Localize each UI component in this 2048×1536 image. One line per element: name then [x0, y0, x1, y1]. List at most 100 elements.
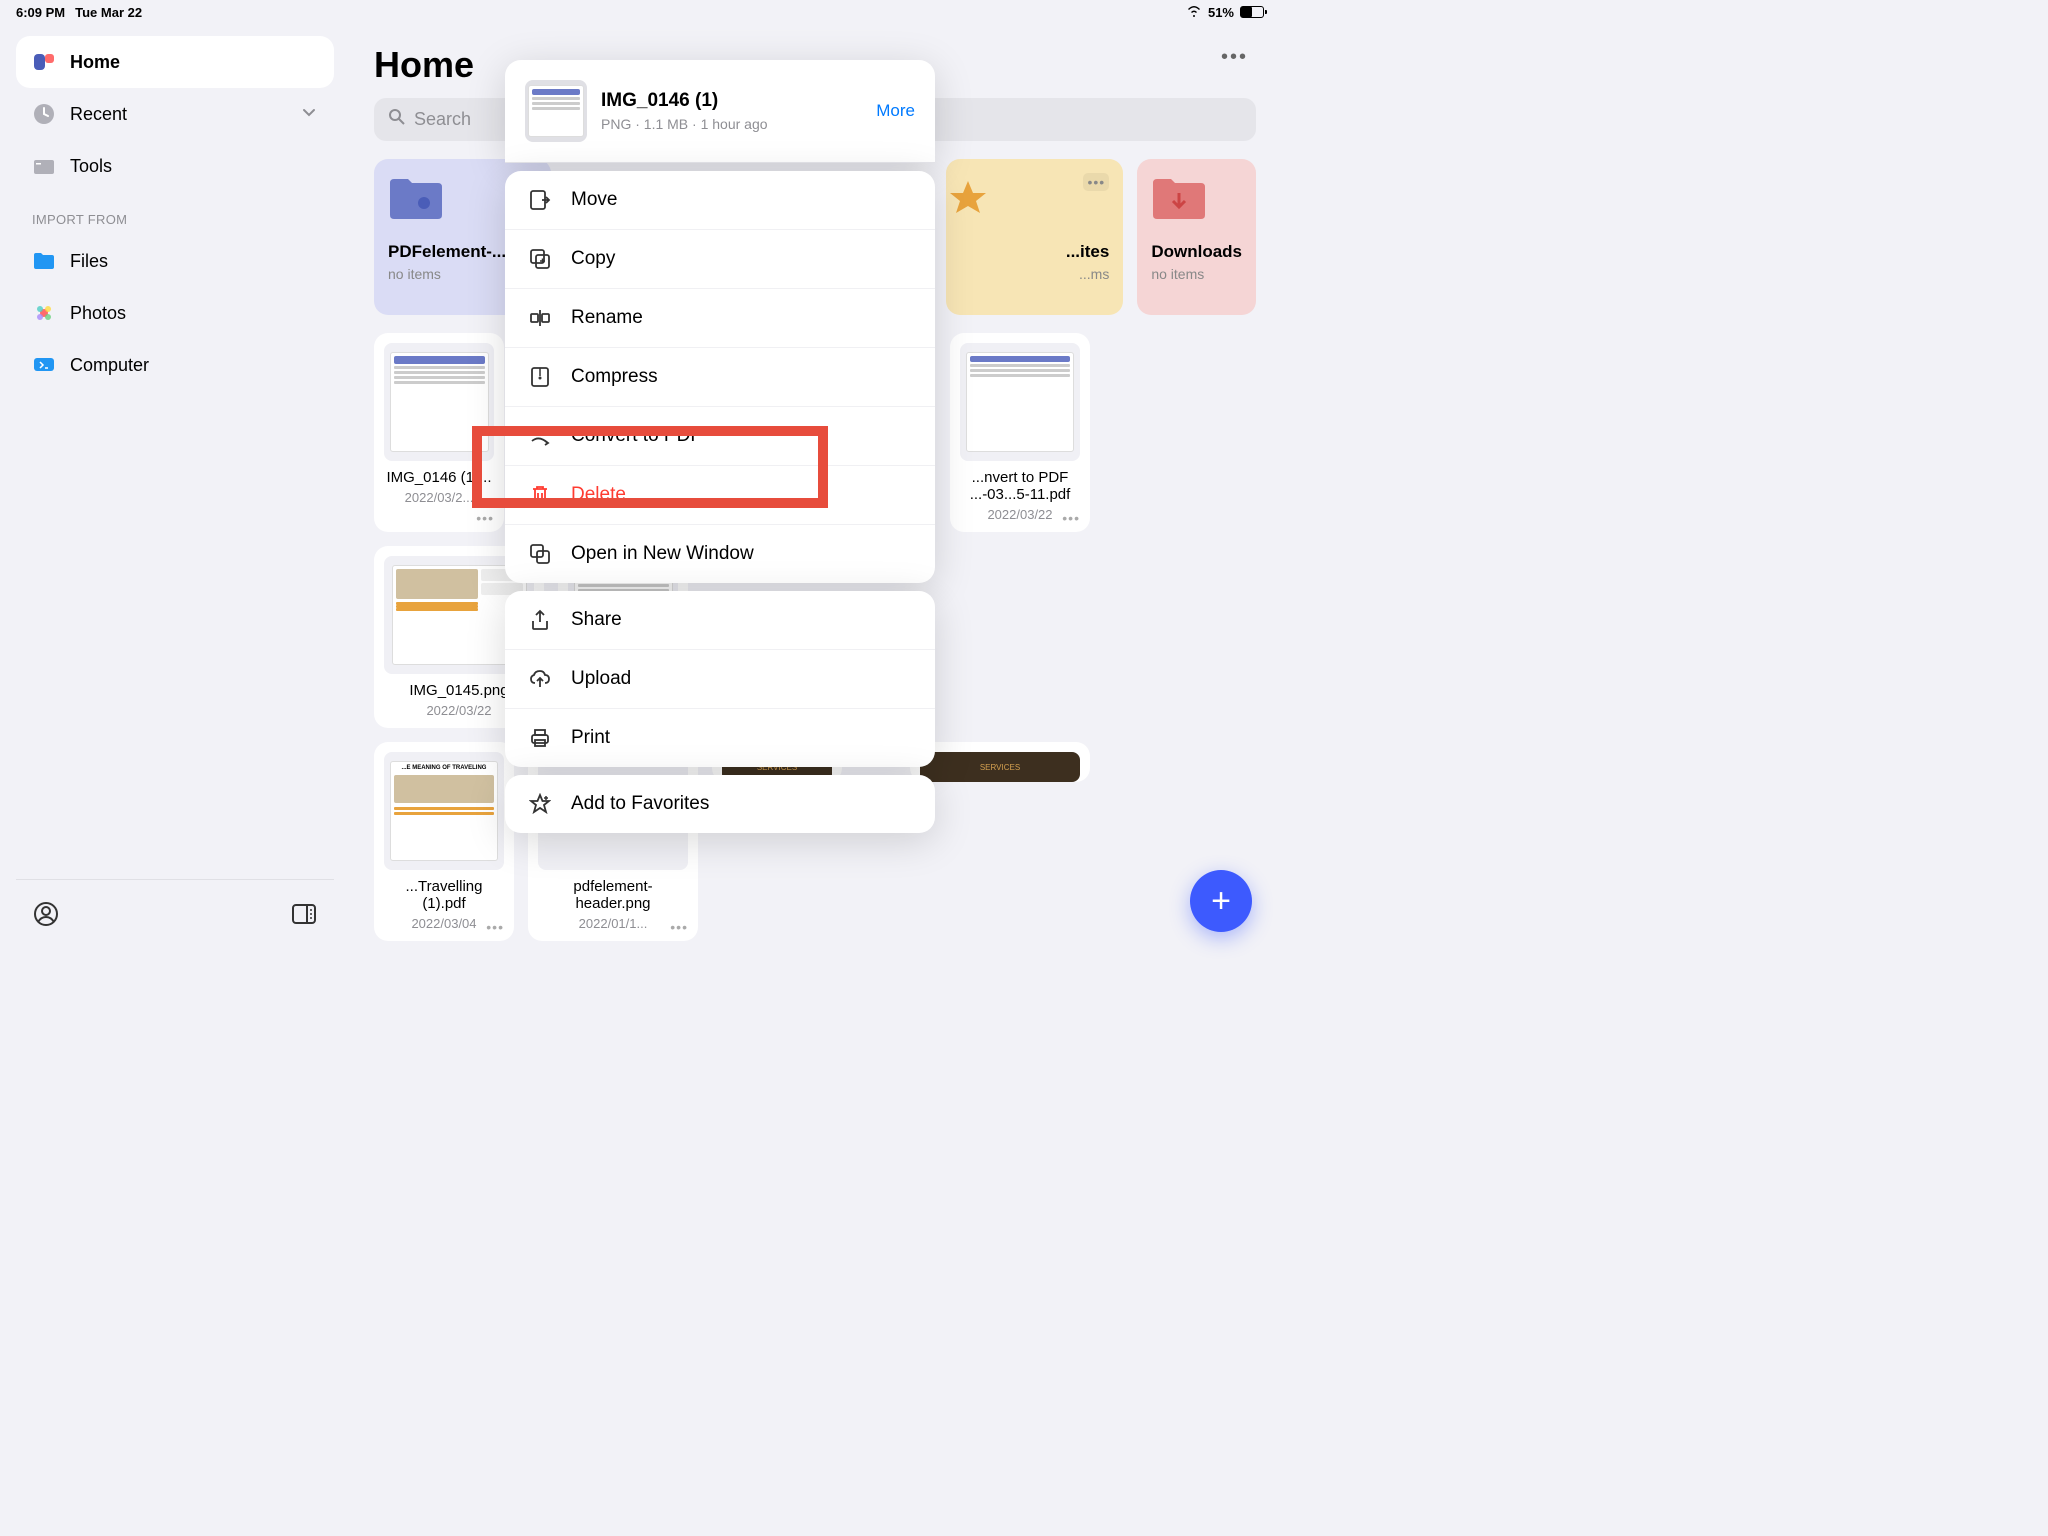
menu-item-upload[interactable]: Upload — [505, 650, 935, 709]
menu-item-label: Copy — [571, 248, 615, 270]
menu-item-label: Share — [571, 609, 622, 631]
popup-more-button[interactable]: More — [876, 101, 915, 121]
file-name: header.png — [538, 895, 688, 912]
menu-item-share[interactable]: Share — [505, 591, 935, 650]
file-menu-button[interactable]: ••• — [670, 919, 688, 935]
context-menu: IMG_0146 (1) PNG · 1.1 MB · 1 hour ago M… — [505, 60, 935, 833]
search-icon — [388, 108, 406, 131]
star-icon — [940, 173, 996, 223]
trash-icon — [529, 484, 551, 506]
menu-item-open-window[interactable]: Open in New Window — [505, 525, 935, 583]
folder-name: Downloads — [1151, 242, 1242, 262]
compress-icon — [529, 366, 551, 388]
file-card[interactable]: IMG_0146 (1)... 2022/03/2... ••• — [374, 333, 504, 532]
sidebar-item-tools[interactable]: Tools — [16, 140, 334, 192]
file-thumbnail — [960, 343, 1080, 461]
sidebar-item-photos[interactable]: Photos — [16, 287, 334, 339]
file-name: (1).pdf — [384, 895, 504, 912]
popup-file-title: IMG_0146 (1) — [601, 90, 862, 112]
menu-item-convert-pdf[interactable]: Convert to PDF — [505, 407, 935, 466]
status-time: 6:09 PM — [16, 5, 65, 20]
rename-icon — [529, 307, 551, 329]
computer-icon — [32, 353, 56, 377]
battery-icon — [1240, 6, 1264, 18]
popup-header: IMG_0146 (1) PNG · 1.1 MB · 1 hour ago M… — [505, 60, 935, 163]
photos-icon — [32, 301, 56, 325]
search-placeholder: Search — [414, 109, 471, 130]
plus-icon: + — [1211, 882, 1231, 921]
file-menu-button[interactable]: ••• — [476, 510, 494, 526]
file-menu-button[interactable]: ••• — [1062, 510, 1080, 526]
file-name: ...-03...5-11.pdf — [960, 486, 1080, 503]
menu-item-print[interactable]: Print — [505, 709, 935, 767]
sidebar-item-label: Computer — [70, 355, 149, 376]
menu-item-rename[interactable]: Rename — [505, 289, 935, 348]
sidebar-item-files[interactable]: Files — [16, 235, 334, 287]
file-card[interactable]: ...nvert to PDF ...-03...5-11.pdf 2022/0… — [950, 333, 1090, 532]
window-icon — [529, 543, 551, 565]
sidebar: Home Recent Tools IMPORT FROM Files Phot… — [0, 24, 350, 960]
folder-menu-button[interactable]: ••• — [1083, 173, 1109, 191]
menu-item-delete[interactable]: Delete — [505, 466, 935, 525]
sidebar-item-label: Files — [70, 251, 108, 272]
menu-item-label: Compress — [571, 366, 658, 388]
folder-card[interactable]: ••• ...ites ...ms — [946, 159, 1123, 315]
popup-file-meta: PNG · 1.1 MB · 1 hour ago — [601, 116, 862, 132]
cloud-upload-icon — [529, 668, 551, 690]
status-date: Tue Mar 22 — [75, 5, 142, 20]
convert-icon — [529, 425, 551, 447]
menu-item-label: Open in New Window — [571, 543, 754, 565]
menu-item-move[interactable]: Move — [505, 171, 935, 230]
file-menu-button[interactable]: ••• — [486, 919, 504, 935]
popup-thumbnail — [525, 80, 587, 142]
star-add-icon — [529, 793, 551, 815]
file-name: ...nvert to PDF — [960, 469, 1080, 486]
tools-icon — [32, 154, 56, 178]
clock-icon — [32, 102, 56, 126]
battery-percent: 51% — [1208, 5, 1234, 20]
sidebar-item-recent[interactable]: Recent — [16, 88, 334, 140]
folder-name: ...ites — [960, 242, 1109, 262]
sidebar-item-computer[interactable]: Computer — [16, 339, 334, 391]
copy-icon — [529, 248, 551, 270]
add-button[interactable]: + — [1190, 870, 1252, 932]
folder-icon — [32, 249, 56, 273]
chevron-down-icon — [300, 103, 318, 126]
file-name: IMG_0146 (1)... — [384, 469, 494, 486]
file-date: 2022/01/1... — [538, 916, 688, 931]
menu-item-compress[interactable]: Compress — [505, 348, 935, 407]
folder-card[interactable]: Downloads no items — [1137, 159, 1256, 315]
menu-item-label: Print — [571, 727, 610, 749]
menu-item-label: Add to Favorites — [571, 793, 709, 815]
sidebar-toggle-button[interactable] — [290, 900, 318, 928]
print-icon — [529, 727, 551, 749]
import-from-label: IMPORT FROM — [16, 192, 334, 235]
menu-item-label: Delete — [571, 484, 626, 506]
menu-item-favorites[interactable]: Add to Favorites — [505, 775, 935, 833]
menu-item-copy[interactable]: Copy — [505, 230, 935, 289]
menu-item-label: Convert to PDF — [571, 425, 702, 447]
menu-item-label: Upload — [571, 668, 631, 690]
sidebar-item-label: Recent — [70, 104, 127, 125]
file-name: ...Travelling — [384, 878, 504, 895]
folder-meta: ...ms — [960, 266, 1109, 282]
file-date: 2022/03/2... — [384, 490, 494, 505]
file-thumbnail — [384, 343, 494, 461]
wifi-icon — [1186, 5, 1202, 20]
status-bar: 6:09 PM Tue Mar 22 51% — [0, 0, 1280, 24]
account-button[interactable] — [32, 900, 60, 928]
sidebar-item-label: Home — [70, 52, 120, 73]
sidebar-item-label: Photos — [70, 303, 126, 324]
file-card[interactable]: SERVICES — [910, 742, 1090, 782]
download-folder-icon — [1151, 173, 1207, 223]
file-card[interactable]: ...E MEANING OF TRAVELING ...Travelling … — [374, 742, 514, 941]
sidebar-item-home[interactable]: Home — [16, 36, 334, 88]
folder-meta: no items — [1151, 266, 1242, 282]
folder-icon — [388, 173, 444, 223]
menu-item-label: Rename — [571, 307, 643, 329]
home-icon — [32, 50, 56, 74]
move-icon — [529, 189, 551, 211]
file-name: pdfelement- — [538, 878, 688, 895]
file-thumbnail: ...E MEANING OF TRAVELING — [384, 752, 504, 870]
more-menu-button[interactable]: ••• — [1221, 46, 1248, 69]
